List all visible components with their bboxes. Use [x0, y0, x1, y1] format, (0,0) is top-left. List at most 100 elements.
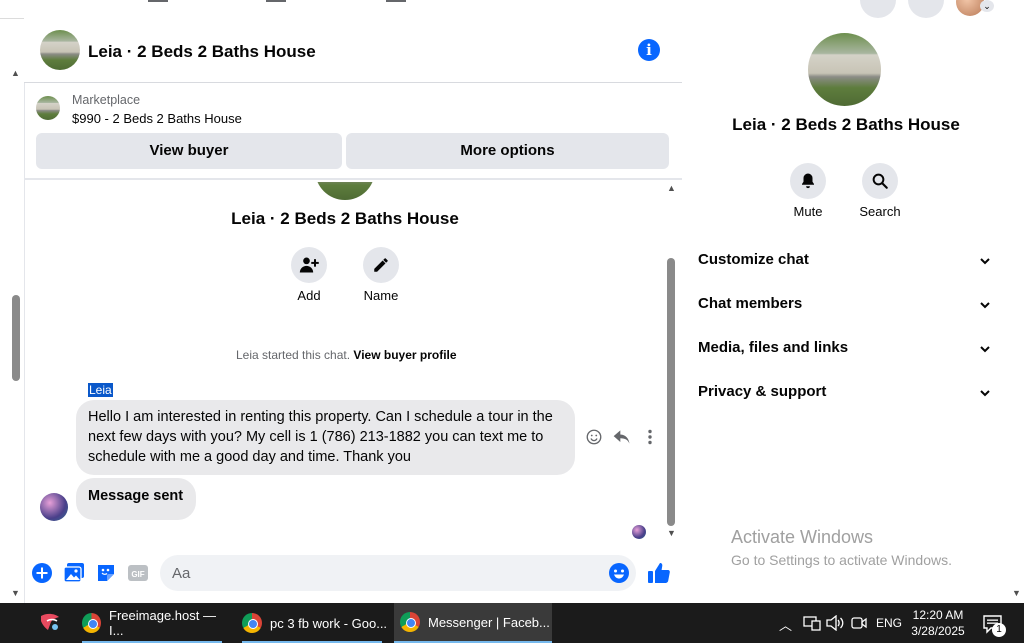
listing-thumbnail[interactable]: [40, 30, 80, 70]
smiley-icon: [586, 429, 602, 445]
clock[interactable]: 12:20 AM 3/28/2025: [906, 607, 970, 639]
view-buyer-button[interactable]: View buyer: [36, 133, 342, 169]
taskbar-window-messenger[interactable]: Messenger | Faceb...: [394, 603, 552, 643]
reply-button[interactable]: [612, 427, 632, 447]
scrollbar-thumb[interactable]: [667, 258, 675, 526]
plus-circle-icon: [32, 563, 52, 583]
listing-title[interactable]: $990 - 2 Beds 2 Baths House: [72, 111, 242, 126]
more-options-button[interactable]: More options: [346, 133, 669, 169]
react-button[interactable]: [584, 427, 604, 447]
add-people-button[interactable]: [291, 247, 327, 283]
activate-windows-title: Activate Windows: [731, 527, 874, 547]
reply-icon: [613, 430, 630, 444]
privacy-support-row[interactable]: Privacy & support: [698, 383, 826, 400]
search-label: Search: [859, 204, 901, 219]
message-bubble[interactable]: Hello I am interested in renting this pr…: [76, 400, 575, 475]
message-sent-text: Message sent: [88, 488, 184, 504]
chevron-down-icon[interactable]: ⌄: [980, 0, 994, 12]
app-icon: [41, 613, 59, 630]
view-buyer-profile-link[interactable]: View buyer profile: [353, 348, 456, 362]
scroll-down-arrow-icon[interactable]: ▼: [1012, 588, 1021, 598]
contact-avatar[interactable]: [40, 493, 68, 521]
message-bubble[interactable]: Message sent: [76, 478, 196, 520]
top-navigation: ⌄: [0, 0, 1024, 19]
search-icon: [872, 173, 888, 189]
attach-photo-button[interactable]: [63, 562, 85, 584]
taskbar-window-title: Freeimage.host — I...: [109, 608, 216, 638]
chevron-down-icon[interactable]: [979, 387, 991, 399]
emoji-button[interactable]: [608, 562, 630, 584]
mute-button[interactable]: [790, 163, 826, 199]
clock-date: 3/28/2025: [911, 624, 965, 638]
marketplace-label: Marketplace: [72, 93, 141, 107]
chat-header: Leia · 2 Beds 2 Baths House i: [24, 18, 682, 83]
menu-button[interactable]: [860, 0, 896, 18]
read-receipt-avatar: [632, 525, 646, 539]
svg-text:GIF: GIF: [131, 570, 144, 579]
nav-tab-indicator[interactable]: [386, 0, 406, 2]
message-input-placeholder: Aa: [172, 565, 191, 582]
sender-name: Leia: [88, 383, 113, 397]
more-message-actions-button[interactable]: [640, 427, 660, 447]
media-files-links-row[interactable]: Media, files and links: [698, 339, 848, 356]
system-message: Leia started this chat. View buyer profi…: [236, 348, 457, 362]
chat-title[interactable]: Leia · 2 Beds 2 Baths House: [88, 42, 316, 62]
chrome-icon: [242, 613, 262, 633]
bell-icon: [802, 173, 814, 189]
clock-time: 12:20 AM: [912, 608, 964, 622]
name-label: Name: [363, 288, 399, 303]
chevron-down-icon[interactable]: [979, 343, 991, 355]
pencil-icon: [374, 258, 388, 272]
message-input[interactable]: Aa: [160, 555, 636, 591]
info-panel-title: Leia · 2 Beds 2 Baths House: [732, 115, 960, 134]
image-icon: [63, 563, 84, 583]
page-scrollbar[interactable]: ▲ ▼: [8, 60, 22, 600]
marketplace-thumbnail: [36, 96, 60, 120]
browser-scrollbar[interactable]: ▼: [1009, 18, 1024, 604]
info-icon[interactable]: i: [638, 39, 660, 61]
taskbar-window-pc3[interactable]: pc 3 fb work - Goo...: [236, 603, 388, 643]
gif-icon: GIF: [128, 565, 148, 581]
scrollbar-thumb[interactable]: [12, 295, 20, 381]
system-message-text: Leia started this chat.: [236, 348, 351, 362]
chevron-down-icon[interactable]: [979, 299, 991, 311]
scroll-up-arrow-icon[interactable]: ▲: [11, 68, 20, 78]
show-hidden-icons-chevron-icon[interactable]: ︿: [779, 615, 792, 634]
chat-members-row[interactable]: Chat members: [698, 295, 802, 312]
nav-tab-indicator[interactable]: [266, 0, 286, 2]
scroll-up-arrow-icon[interactable]: ▲: [667, 183, 676, 193]
divider: [24, 178, 682, 180]
conversation-title: Leia · 2 Beds 2 Baths House: [231, 209, 459, 228]
emoji-icon: [609, 563, 629, 583]
add-label: Add: [297, 288, 321, 303]
thumbs-up-icon: [648, 563, 670, 583]
taskbar-window-title: Messenger | Faceb...: [428, 614, 550, 630]
taskbar-window-title: pc 3 fb work - Goo...: [270, 615, 388, 631]
taskbar-app-button[interactable]: [30, 603, 70, 643]
like-button[interactable]: [647, 561, 670, 583]
notification-count-badge: 1: [992, 623, 1006, 637]
more-actions-button[interactable]: [31, 562, 53, 584]
scroll-down-arrow-icon[interactable]: ▼: [667, 528, 676, 538]
volume-icon[interactable]: [826, 615, 844, 631]
notifications-button[interactable]: [908, 0, 944, 18]
customize-chat-row[interactable]: Customize chat: [698, 251, 809, 268]
network-icon[interactable]: [803, 615, 821, 631]
chevron-down-icon[interactable]: [979, 255, 991, 267]
mute-label: Mute: [793, 204, 823, 219]
gif-button[interactable]: GIF: [127, 562, 149, 584]
nav-tab-indicator[interactable]: [148, 0, 168, 2]
chrome-icon: [400, 612, 420, 632]
name-button[interactable]: [363, 247, 399, 283]
taskbar: Freeimage.host — I... pc 3 fb work - Goo…: [0, 603, 1024, 643]
sticker-button[interactable]: [95, 562, 117, 584]
more-vertical-icon: [648, 429, 652, 445]
search-button[interactable]: [862, 163, 898, 199]
scroll-down-arrow-icon[interactable]: ▼: [11, 588, 20, 598]
language-indicator[interactable]: ENG: [876, 616, 902, 630]
meet-now-icon[interactable]: [850, 615, 868, 631]
chrome-icon: [82, 613, 102, 633]
sender-name-wrap: Leia: [88, 381, 113, 399]
taskbar-window-freeimage[interactable]: Freeimage.host — I...: [76, 603, 228, 643]
listing-photo[interactable]: [808, 33, 881, 106]
